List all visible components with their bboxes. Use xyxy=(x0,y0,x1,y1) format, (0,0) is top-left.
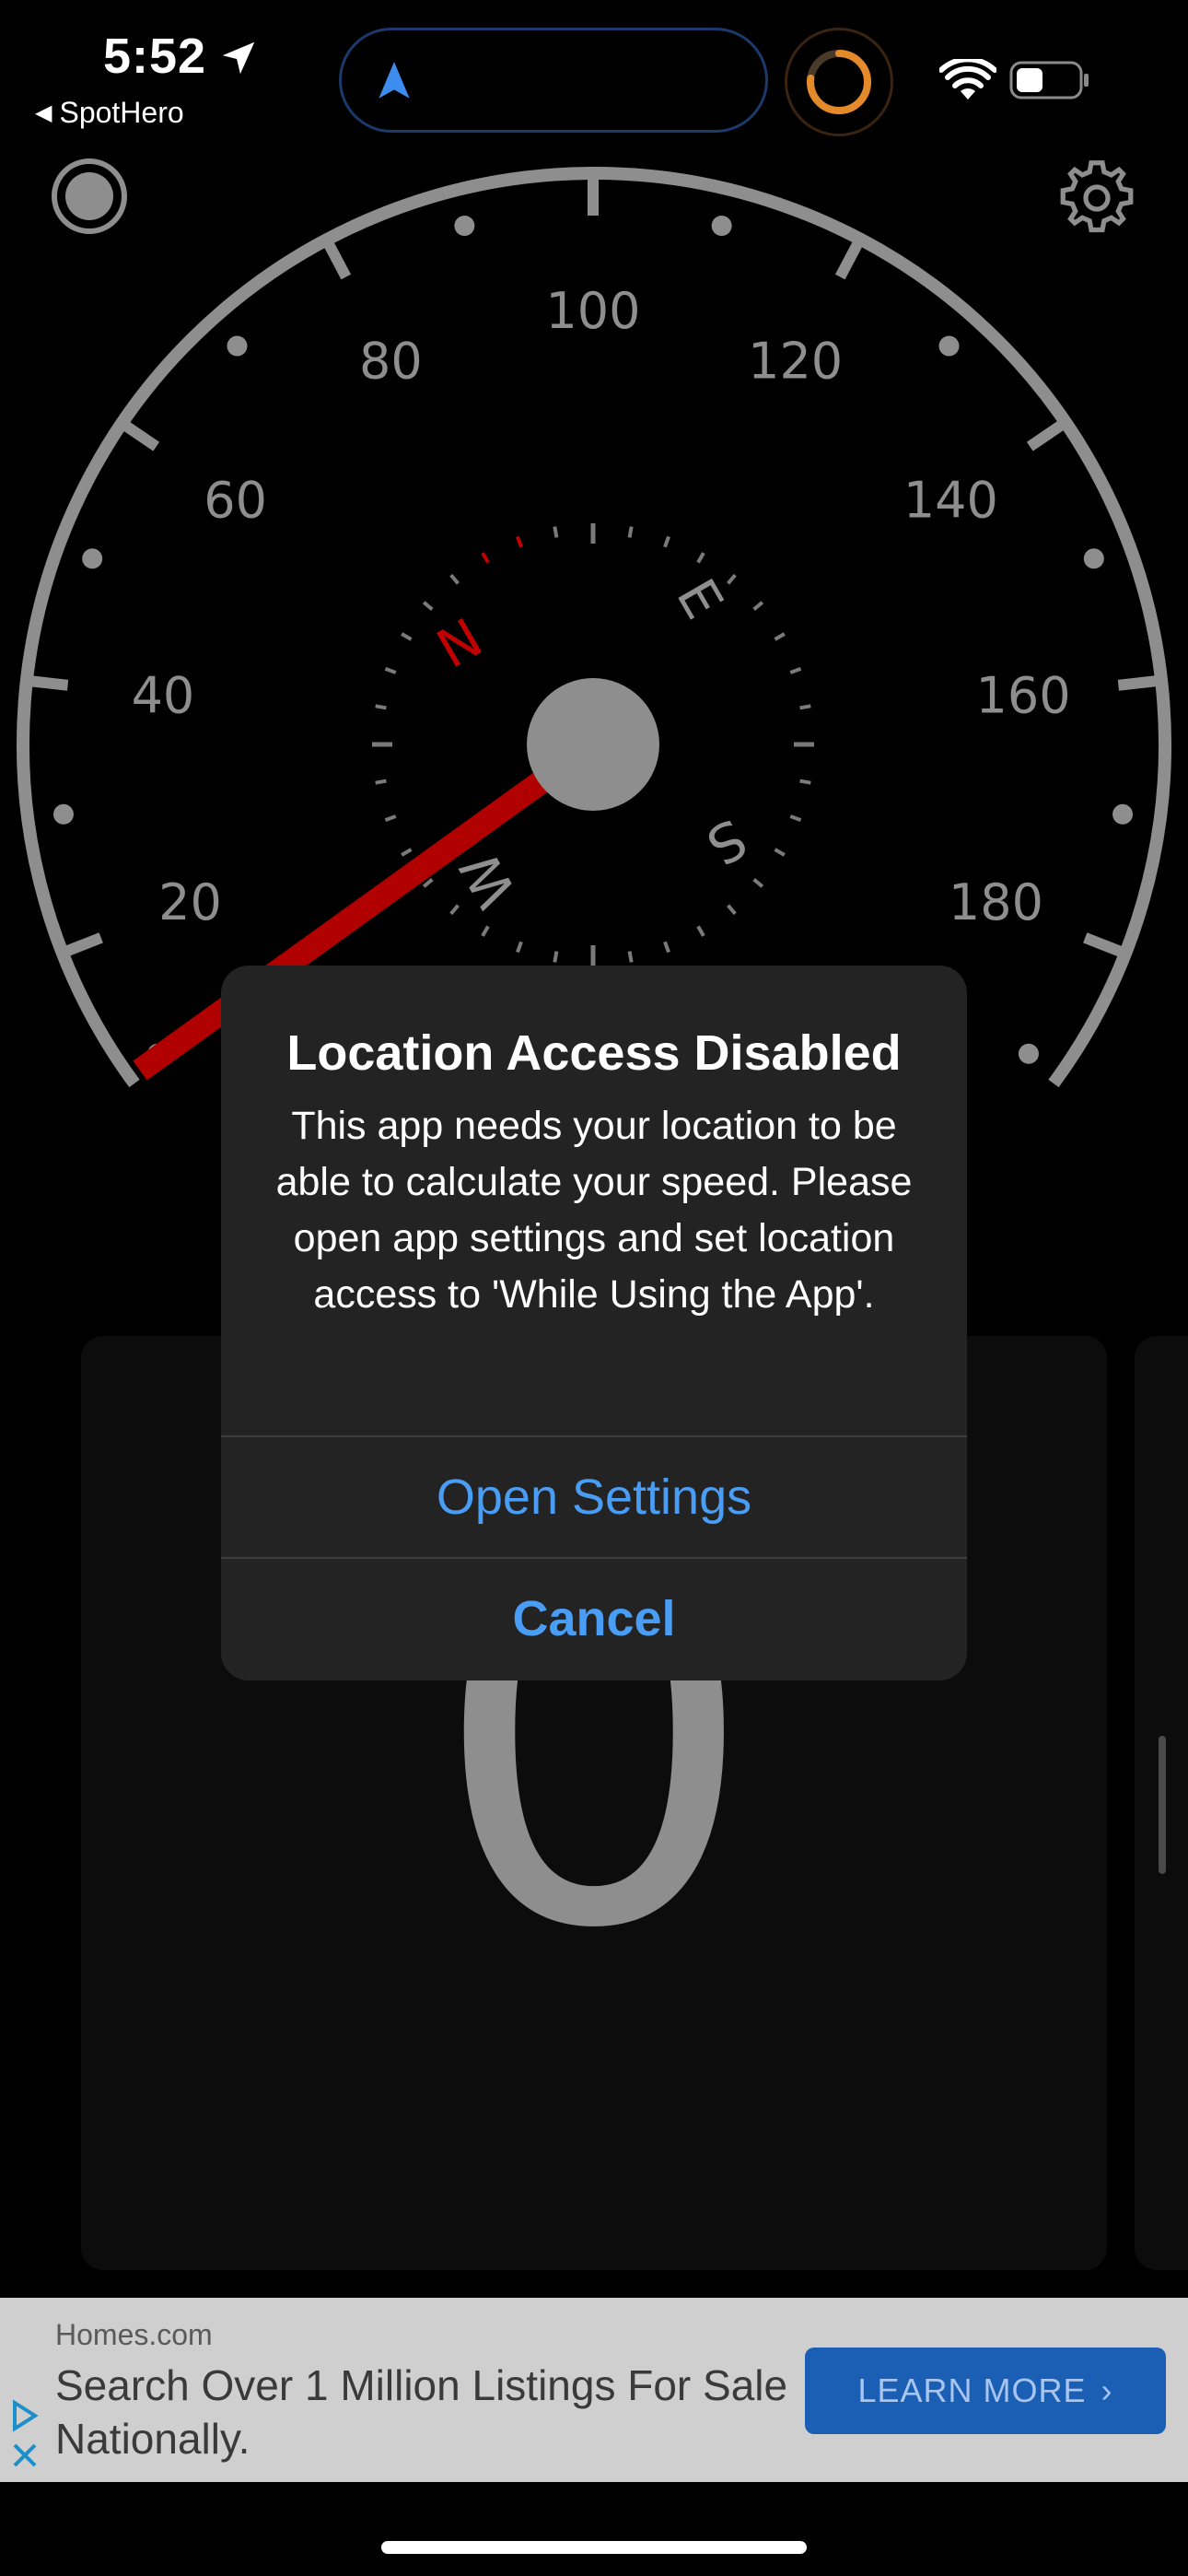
compass-tick xyxy=(696,552,705,564)
compass-tick xyxy=(553,951,559,963)
compass-tick xyxy=(789,814,802,822)
compass-tick xyxy=(481,925,490,937)
gauge-speed-label: 140 xyxy=(903,471,998,529)
compass-tick xyxy=(401,848,413,857)
compass-tick xyxy=(375,704,387,710)
gauge-major-tick xyxy=(61,932,103,958)
compass-tick xyxy=(727,904,737,916)
gauge-speed-label: 80 xyxy=(359,332,423,390)
compass-tick xyxy=(752,601,764,611)
gauge-minor-tick xyxy=(82,548,103,569)
gauge-speed-label: 40 xyxy=(132,666,195,724)
compass-tick xyxy=(449,573,460,585)
compass-tick xyxy=(774,848,786,857)
compass-tick xyxy=(384,814,397,822)
compass-tick xyxy=(627,526,634,538)
compass-south: S xyxy=(696,806,757,877)
open-settings-button[interactable]: Open Settings xyxy=(221,1437,967,1557)
gauge-minor-tick xyxy=(1083,548,1104,569)
cancel-button[interactable]: Cancel xyxy=(221,1559,967,1679)
compass-north: N xyxy=(426,606,493,681)
compass-tick xyxy=(516,941,523,954)
ad-choices-icon[interactable] xyxy=(9,2399,41,2473)
gauge-speed-label: 60 xyxy=(204,471,267,529)
compass-tick xyxy=(663,941,670,954)
compass-tick xyxy=(663,535,670,548)
compass-tick xyxy=(553,526,559,538)
compass-tick xyxy=(516,535,523,548)
learn-more-label: LEARN MORE xyxy=(857,2371,1087,2409)
gauge-major-tick xyxy=(119,418,160,451)
gauge-minor-tick xyxy=(1112,803,1134,825)
gauge-minor-tick xyxy=(711,216,732,237)
compass-east: E xyxy=(664,568,735,629)
compass-tick xyxy=(384,667,397,674)
gauge-speed-label: 20 xyxy=(158,873,222,931)
ad-headline[interactable]: Search Over 1 Million Listings For Sale … xyxy=(55,2359,792,2465)
compass-tick xyxy=(752,878,764,888)
gauge-minor-tick xyxy=(938,335,960,357)
compass-tick xyxy=(401,632,413,641)
compass-tick xyxy=(727,573,737,585)
home-indicator[interactable] xyxy=(381,2541,807,2554)
compass-tick xyxy=(799,704,811,710)
gauge-major-tick xyxy=(321,238,352,280)
gauge-minor-tick xyxy=(52,803,74,825)
needle-hub xyxy=(527,678,659,811)
learn-more-button[interactable]: LEARN MORE › xyxy=(805,2348,1166,2434)
gauge-major-tick xyxy=(1026,418,1067,451)
gauge-speed-label: 180 xyxy=(949,873,1043,931)
compass-tick xyxy=(375,779,387,785)
compass-tick xyxy=(481,552,490,564)
ad-advertiser: Homes.com xyxy=(55,2318,213,2351)
compass-tick xyxy=(799,779,811,785)
gauge-speed-label: 160 xyxy=(976,666,1071,724)
alert-message: This app needs your location to be able … xyxy=(275,1104,913,1317)
gauge-minor-tick xyxy=(227,335,248,357)
gauge-major-tick xyxy=(1117,674,1159,691)
compass-tick xyxy=(422,601,434,611)
ad-banner[interactable]: Homes.com Search Over 1 Million Listings… xyxy=(0,2298,1188,2482)
location-alert-dialog: Location Access Disabled This app needs … xyxy=(221,966,967,1680)
gauge-speed-label: 100 xyxy=(545,282,640,340)
alert-title: Location Access Disabled xyxy=(286,1025,902,1081)
compass-tick xyxy=(774,632,786,641)
gauge-major-tick xyxy=(27,674,69,691)
compass-tick xyxy=(449,904,460,916)
compass-tick xyxy=(627,951,634,963)
gauge-major-tick xyxy=(1083,932,1125,958)
gauge-minor-tick xyxy=(454,216,475,237)
gauge-minor-tick xyxy=(1018,1043,1039,1064)
compass-tick xyxy=(696,925,705,937)
compass-tick xyxy=(422,878,434,888)
gauge-major-tick xyxy=(834,238,865,280)
gauge-speed-label: 120 xyxy=(748,332,843,390)
chevron-right-icon: › xyxy=(1101,2371,1113,2409)
compass-tick xyxy=(789,667,802,674)
